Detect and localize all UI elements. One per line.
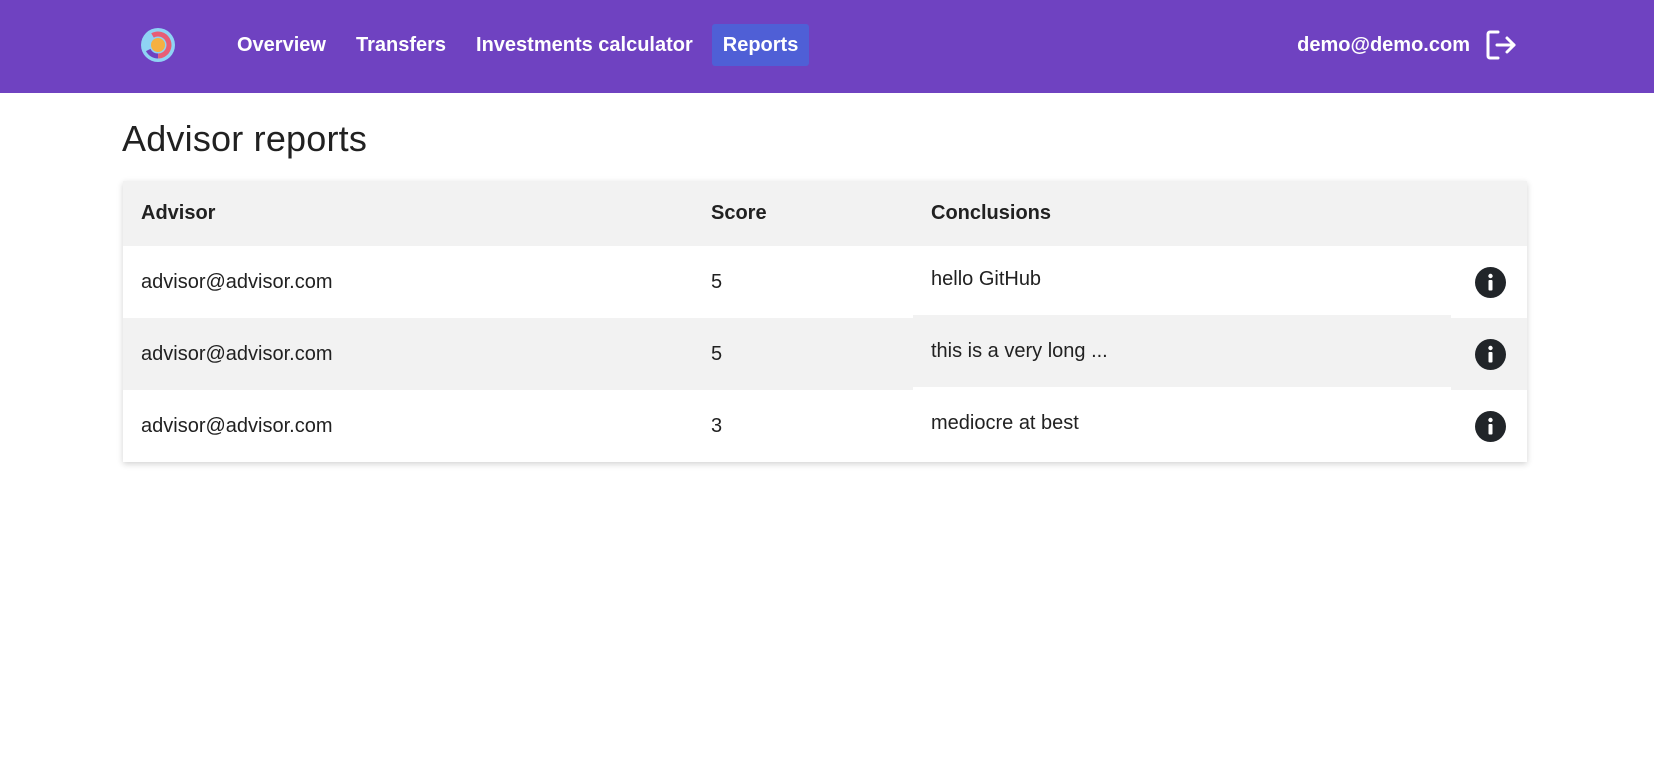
nav-link-reports[interactable]: Reports <box>711 24 810 66</box>
advisor-cell: advisor@advisor.com <box>141 414 333 437</box>
top-navbar: Overview Transfers Investments calculato… <box>0 0 1654 93</box>
table-row: advisor@advisor.com 5 hello GitHub <box>123 246 1527 318</box>
advisor-cell: advisor@advisor.com <box>141 342 333 365</box>
column-header-score: Score <box>711 202 767 224</box>
column-header-conclusions: Conclusions <box>931 202 1052 224</box>
nav-link-investments-calculator[interactable]: Investments calculator <box>465 24 704 66</box>
info-icon[interactable] <box>1475 338 1506 370</box>
nav-link-transfers[interactable]: Transfers <box>345 24 457 66</box>
table-header-row: Advisor Score Conclusions <box>123 181 1527 246</box>
nav-link-overview[interactable]: Overview <box>226 24 337 66</box>
row-actions-cell <box>1451 246 1527 318</box>
column-header-actions <box>1451 181 1527 246</box>
score-cell: 5 <box>711 270 723 293</box>
table-row: advisor@advisor.com 3 mediocre at best <box>123 390 1527 462</box>
info-icon[interactable] <box>1475 266 1506 298</box>
column-header-advisor: Advisor <box>141 202 216 224</box>
page-title: Advisor reports <box>122 118 368 159</box>
info-icon[interactable] <box>1475 410 1506 442</box>
user-email: demo@demo.com <box>1297 33 1470 56</box>
donut-logo-icon[interactable] <box>140 27 176 63</box>
score-cell: 3 <box>711 414 723 437</box>
conclusion-cell: hello GitHub <box>931 267 1042 290</box>
score-cell: 5 <box>711 342 723 365</box>
table-body: advisor@advisor.com 5 hello GitHub advis… <box>123 246 1527 462</box>
row-actions-cell <box>1451 318 1527 390</box>
table-row: advisor@advisor.com 5 this is a very lon… <box>123 318 1527 390</box>
reports-table-card: Advisor Score Conclusions advisor@adviso… <box>123 181 1527 462</box>
row-actions-cell <box>1451 390 1527 462</box>
logout-icon[interactable] <box>1484 28 1518 62</box>
user-area: demo@demo.com <box>1297 25 1518 65</box>
table-header: Advisor Score Conclusions <box>123 181 1527 246</box>
conclusion-cell: mediocre at best <box>931 411 1079 434</box>
conclusion-cell: this is a very long ... <box>931 339 1108 362</box>
advisor-cell: advisor@advisor.com <box>141 270 333 293</box>
main-nav: Overview Transfers Investments calculato… <box>226 24 817 66</box>
reports-table: Advisor Score Conclusions advisor@adviso… <box>123 181 1527 462</box>
